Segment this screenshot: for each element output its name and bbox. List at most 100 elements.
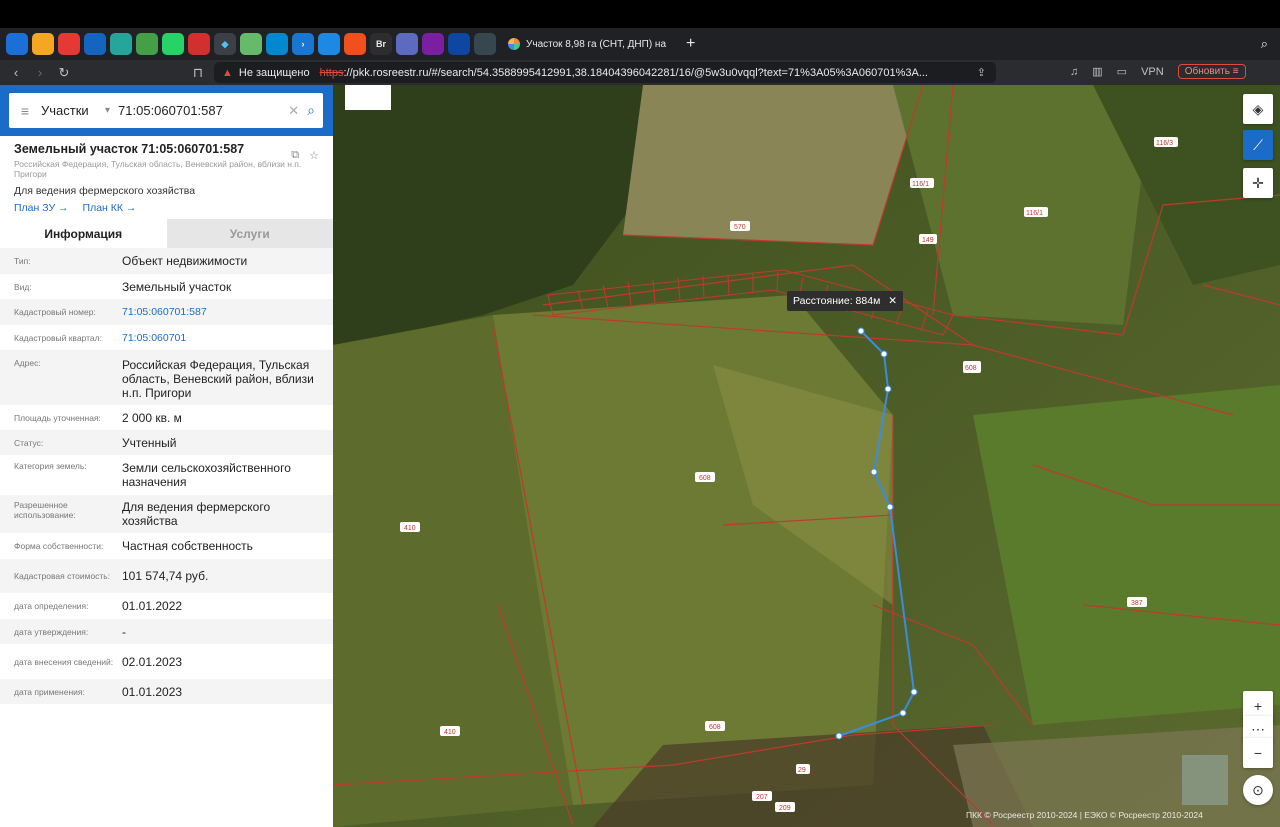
info-row: дата утверждения: -	[0, 619, 333, 644]
map-canvas[interactable]: 570 116/1 116/1 116/3 149 608 608 608 41…	[333, 85, 1280, 827]
parcel-label: 209	[779, 805, 791, 812]
map-overlay-box	[345, 85, 391, 110]
zoom-out-button[interactable]: −	[1243, 738, 1273, 768]
chevron-down-icon[interactable]: ▾	[105, 105, 110, 116]
menu-icon[interactable]: ≡	[9, 103, 41, 119]
search-input[interactable]: 71:05:060701:587	[118, 103, 288, 118]
parcel-label: 116/3	[1156, 140, 1173, 147]
info-row: дата определения: 01.01.2022	[14, 599, 183, 613]
pinned-tab-icon[interactable]	[136, 33, 158, 55]
folder-icon[interactable]	[318, 33, 340, 55]
more-icon: ⋯	[1251, 720, 1265, 737]
info-table: Тип: Объект недвижимости Вид: Земельный …	[0, 248, 333, 704]
cadastral-quarter-link[interactable]: 71:05:060701	[122, 331, 319, 345]
url-scheme: https	[319, 66, 344, 79]
new-tab-icon[interactable]: +	[686, 35, 695, 53]
compass-button[interactable]: ⊙	[1243, 775, 1273, 805]
info-row: Кадастровый квартал: 71:05:060701	[0, 325, 333, 350]
os-top-bar	[0, 0, 1280, 28]
update-button[interactable]: Обновить ≡	[1177, 64, 1246, 79]
measure-button[interactable]: ⟋	[1243, 130, 1273, 160]
tab-info[interactable]: Информация	[0, 219, 167, 248]
pinned-tab-icon[interactable]	[58, 33, 80, 55]
pinned-tab-icon[interactable]	[474, 33, 496, 55]
pinned-tab-icon[interactable]	[110, 33, 132, 55]
reload-icon[interactable]: ↻	[52, 65, 76, 81]
info-row: Вид: Земельный участок	[14, 279, 232, 294]
layers-button[interactable]: ◈	[1243, 94, 1273, 124]
search-box: ≡ Участки ▾ 71:05:060701:587 ✕ ⌕	[9, 93, 323, 128]
pinned-tab-icon[interactable]	[448, 33, 470, 55]
forward-icon[interactable]: ›	[28, 65, 52, 80]
parcel-label: 116/1	[912, 181, 929, 188]
compass-icon: ⊙	[1252, 781, 1264, 798]
satellite-map[interactable]: 570 116/1 116/1 116/3 149 608 608 608 41…	[333, 85, 1280, 827]
plan-kk-link[interactable]: План КК →	[83, 202, 137, 214]
pinned-tab-icon[interactable]	[396, 33, 418, 55]
info-row: Адрес: Российская Федерация, Тульская об…	[0, 350, 333, 405]
locate-button[interactable]: ✛	[1243, 168, 1273, 198]
active-tab[interactable]: Участок 8,98 га (СНТ, ДНП) на	[500, 31, 680, 57]
minimap[interactable]	[1182, 755, 1228, 805]
info-row: дата внесения сведений: 02.01.2023	[14, 654, 183, 669]
map-copyright: ПКК © Росреестр 2010-2024 | ЕЭКО © Росре…	[966, 810, 1203, 820]
parcel-label: 387	[1131, 600, 1143, 607]
pinned-tab-icon[interactable]	[84, 33, 106, 55]
parcel-label: 570	[734, 224, 746, 231]
clear-icon[interactable]: ✕	[288, 103, 299, 119]
distance-label: Расстояние: 884м	[793, 295, 881, 307]
plan-links: План ЗУ → План КК →	[14, 202, 319, 214]
star-icon[interactable]: ☆	[309, 149, 319, 162]
wallet-icon[interactable]: ▭	[1117, 65, 1127, 78]
parcel-title: Земельный участок 71:05:060701:587	[14, 142, 245, 156]
url-field[interactable]: ▲ Не защищено https ://pkk.rosreestr.ru/…	[214, 62, 996, 83]
parcel-label: 608	[709, 724, 721, 731]
whatsapp-icon[interactable]	[162, 33, 184, 55]
parcel-label: 29	[798, 767, 806, 774]
parcel-label: 608	[699, 475, 711, 482]
url-text: ://pkk.rosreestr.ru/#/search/54.35889954…	[343, 66, 928, 79]
locate-icon[interactable]: ⧉	[291, 149, 299, 162]
security-label: Не защищено	[238, 66, 310, 79]
browser-tab-strip: ◆ › Br Участок 8,98 га (СНТ, ДНП) на + ⌕	[0, 28, 1280, 60]
search-type-select[interactable]: Участки	[41, 103, 105, 118]
ruler-icon: ⟋	[1253, 136, 1263, 153]
pinned-tab-icon[interactable]	[240, 33, 262, 55]
plan-zu-link[interactable]: План ЗУ →	[14, 202, 69, 214]
pinned-tab-icon[interactable]	[188, 33, 210, 55]
info-row: Площадь уточненная: 2 000 кв. м	[14, 410, 182, 425]
bookmark-icon[interactable]: ⊓	[186, 65, 210, 81]
browser-toolbar-right: ♫ ▥ ▭ VPN Обновить ≡	[1070, 64, 1246, 79]
music-icon[interactable]: ♫	[1070, 66, 1078, 78]
pinned-tab-icon[interactable]: ◆	[214, 33, 236, 55]
sidebar-icon[interactable]: ▥	[1092, 65, 1102, 78]
figma-icon[interactable]	[344, 33, 366, 55]
back-icon[interactable]: ‹	[4, 65, 28, 80]
tab-services[interactable]: Услуги	[166, 219, 333, 248]
search-icon[interactable]: ⌕	[307, 102, 315, 119]
update-label: Обновить	[1184, 66, 1230, 77]
pinned-tab-icon[interactable]	[266, 33, 288, 55]
tab-favicon-icon	[508, 38, 520, 50]
info-row: дата применения: 01.01.2023	[0, 679, 333, 704]
info-row: Статус: Учтенный	[0, 430, 333, 455]
share-icon[interactable]: ⇪	[977, 66, 986, 79]
distance-tooltip: Расстояние: 884м ✕	[787, 291, 904, 311]
plus-icon: +	[1253, 698, 1263, 714]
pinned-tab-icon[interactable]	[6, 33, 28, 55]
pinned-tab-icon[interactable]	[32, 33, 54, 55]
pinned-tab-icon[interactable]: ›	[292, 33, 314, 55]
close-icon[interactable]: ✕	[888, 295, 897, 307]
tab-search-icon[interactable]: ⌕	[1261, 36, 1268, 52]
harvested-field	[623, 85, 923, 245]
panel-tabs: Информация Услуги	[0, 219, 333, 248]
bridge-icon[interactable]: Br	[370, 33, 392, 55]
tab-title: Участок 8,98 га (СНТ, ДНП) на	[526, 38, 667, 50]
pinned-tab-icon[interactable]	[422, 33, 444, 55]
vpn-button[interactable]: VPN	[1141, 66, 1164, 78]
info-row: Кадастровая стоимость: 101 574,74 руб.	[0, 559, 333, 593]
warning-icon: ▲	[222, 66, 233, 79]
layers-icon: ◈	[1252, 100, 1264, 117]
cadastral-number-link[interactable]: 71:05:060701:587	[122, 305, 319, 319]
info-row: Категория земель: Земли сельскохозяйстве…	[14, 461, 291, 489]
